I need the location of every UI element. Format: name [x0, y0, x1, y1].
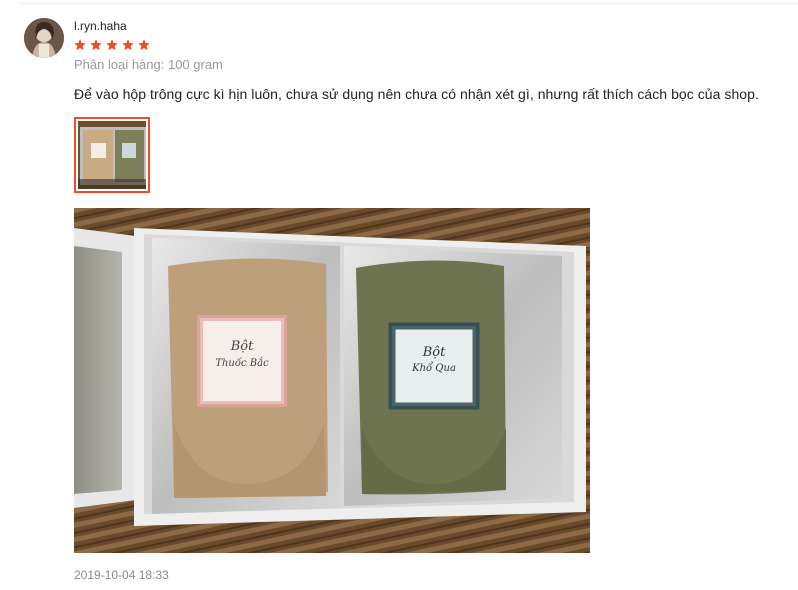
- photo-thumbnail[interactable]: [74, 117, 150, 193]
- left-pack-label-line2: Thuốc Bắc: [215, 357, 269, 369]
- star-icon: [106, 39, 118, 51]
- star-icon: [90, 39, 102, 51]
- star-icon: [138, 39, 150, 51]
- right-pack-label-line2: Khổ Qua: [411, 362, 456, 374]
- variation-label: Phân loại hàng: 100 gram: [74, 57, 223, 72]
- review-photo[interactable]: Bột Thuốc Bắc Bột Khổ Qua: [74, 208, 590, 553]
- star-icon: [74, 39, 86, 51]
- divider: [20, 3, 798, 4]
- right-pack-label-line1: Bột: [422, 345, 446, 360]
- review-timestamp: 2019-10-04 18:33: [74, 568, 169, 582]
- rating-stars: [73, 38, 151, 52]
- review-item: l.ryn.haha Phân loại hàng: 100 gram Để v…: [0, 0, 798, 590]
- avatar[interactable]: [24, 18, 64, 58]
- star-icon: [122, 39, 134, 51]
- username[interactable]: l.ryn.haha: [74, 19, 127, 33]
- review-comment: Để vào hộp trông cực kì hịn luôn, chưa s…: [74, 86, 759, 102]
- left-pack-label-line1: Bột: [230, 339, 254, 354]
